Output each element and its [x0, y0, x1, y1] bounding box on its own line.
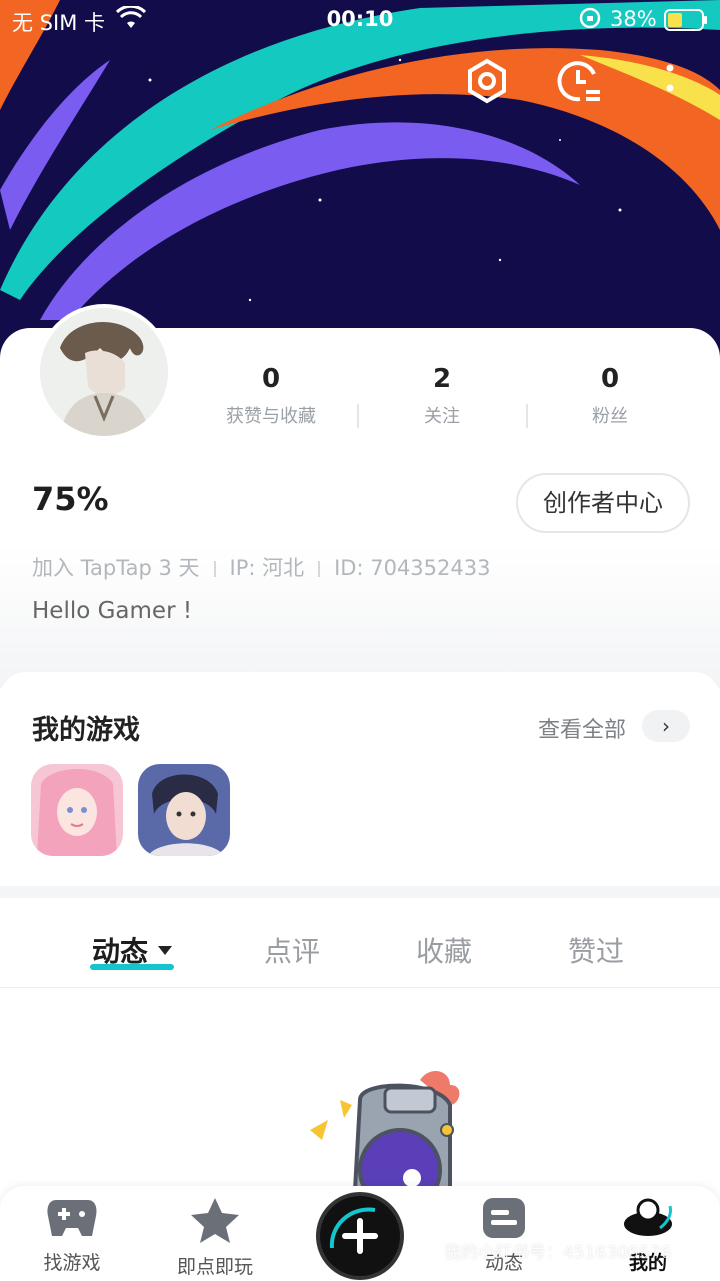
creator-center-button[interactable]: 创作者中心: [516, 473, 690, 533]
username: 75%: [32, 480, 109, 518]
battery-icon: [664, 9, 708, 36]
nav-instant-play-label: 即点即玩: [176, 1256, 253, 1278]
view-all-link[interactable]: 查看全部: [538, 712, 626, 744]
rotation-lock-icon: [578, 6, 602, 35]
stat-following-value: 2: [432, 364, 452, 394]
nav-feed[interactable]: 动态: [444, 1196, 564, 1275]
stat-following-label: 关注: [424, 406, 460, 427]
profile-icon: [588, 1196, 708, 1244]
stat-likes[interactable]: 0 获赞与收藏: [186, 364, 356, 428]
meta-divider: [213, 561, 216, 577]
section-gap: [0, 886, 720, 898]
user-id[interactable]: ID: 704352433: [334, 556, 490, 580]
tab-favorites[interactable]: 收藏: [416, 930, 472, 970]
game-icon-dark-boy[interactable]: [138, 764, 230, 856]
tab-reviews[interactable]: 点评: [264, 930, 320, 970]
nav-find-games[interactable]: 找游戏: [12, 1196, 132, 1275]
joined-days: 加入 TapTap 3 天: [32, 556, 200, 580]
plus-icon: [329, 1207, 378, 1254]
caret-down-icon[interactable]: [158, 946, 172, 955]
stat-fans-value: 0: [600, 364, 620, 394]
meta-divider: [318, 561, 321, 577]
avatar[interactable]: [36, 304, 172, 440]
more-vertical-icon[interactable]: [660, 58, 680, 102]
status-bar: 无 SIM 卡 00:10 38%: [0, 0, 720, 40]
nav-instant-play[interactable]: 即点即玩: [155, 1196, 275, 1279]
tab-liked[interactable]: 赞过: [568, 930, 624, 970]
feed-icon: [444, 1196, 564, 1244]
stat-fans-label: 粉丝: [592, 406, 628, 427]
empty-state-knight-illustration: [300, 1060, 500, 1212]
stat-following[interactable]: 2 关注: [357, 364, 527, 428]
my-games-title: 我的游戏: [32, 715, 140, 746]
game-icon-pink-girl[interactable]: [31, 764, 123, 856]
profile-meta: 加入 TapTap 3 天 IP: 河北 ID: 704352433: [32, 552, 490, 582]
gamepad-icon: [12, 1196, 132, 1244]
stat-likes-value: 0: [261, 364, 281, 394]
history-clock-icon[interactable]: [556, 58, 604, 108]
bio: Hello Gamer !: [32, 598, 193, 624]
watermark: 我的小红书号：4516306576: [444, 1243, 672, 1263]
nav-find-games-label: 找游戏: [43, 1252, 101, 1274]
stat-likes-label: 获赞与收藏: [226, 406, 316, 427]
plus-button[interactable]: [316, 1192, 404, 1280]
battery-percent: 38%: [610, 7, 657, 31]
nav-me[interactable]: 我的: [588, 1196, 708, 1275]
chevron-right-icon[interactable]: ›: [642, 710, 690, 742]
active-tab-indicator: [90, 964, 174, 970]
star-icon: [155, 1196, 275, 1248]
stat-fans[interactable]: 0 粉丝: [525, 364, 695, 428]
ip-location: IP: 河北: [229, 556, 305, 580]
settings-hex-icon[interactable]: [464, 58, 510, 108]
